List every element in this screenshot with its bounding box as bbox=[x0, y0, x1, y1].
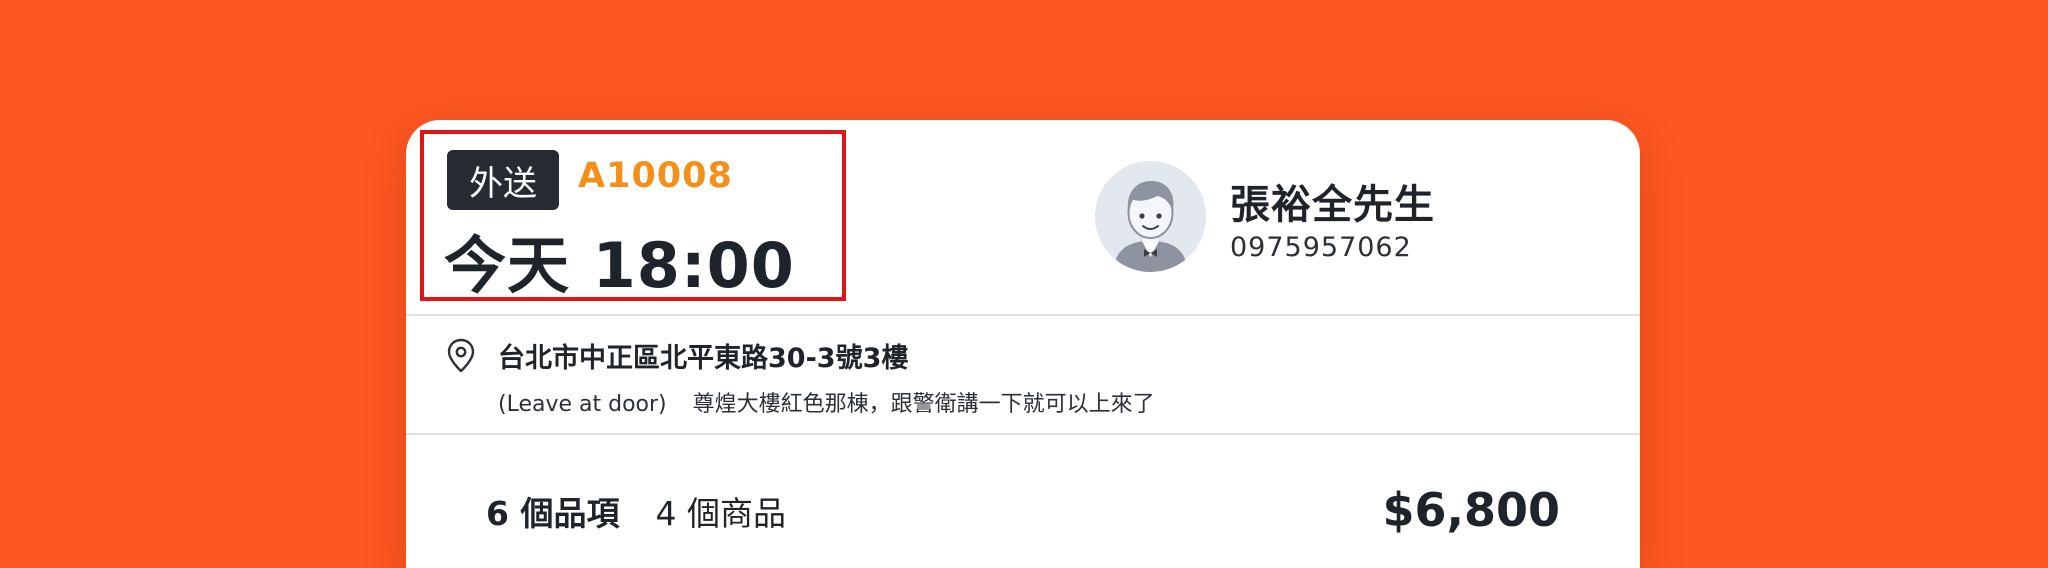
order-total: $6,800 bbox=[1382, 483, 1560, 537]
customer-name: 張裕全先生 bbox=[1230, 182, 1435, 228]
items-count: 6 個品項 bbox=[486, 494, 620, 533]
item-counts: 6 個品項 4 個商品 bbox=[486, 487, 786, 535]
customer-avatar bbox=[1095, 161, 1206, 272]
order-card[interactable]: 外送 A10008 今天 18:00 張裕全先生 0975957062 台北市中… bbox=[406, 120, 1640, 568]
map-pin-icon bbox=[447, 338, 475, 373]
delivery-note-text: 尊煌大樓紅色那棟，跟警衛講一下就可以上來了 bbox=[692, 392, 1155, 417]
delivery-note: (Leave at door) 尊煌大樓紅色那棟，跟警衛講一下就可以上來了 bbox=[498, 386, 1155, 418]
products-count: 4 個商品 bbox=[655, 494, 786, 533]
customer-phone[interactable]: 0975957062 bbox=[1230, 232, 1412, 263]
address-line: 台北市中正區北平東路30-3號3樓 bbox=[498, 343, 909, 374]
app-background: 外送 A10008 今天 18:00 張裕全先生 0975957062 台北市中… bbox=[0, 0, 2048, 568]
delivery-instruction: (Leave at door) bbox=[498, 392, 667, 417]
order-header: 外送 A10008 今天 18:00 張裕全先生 0975957062 bbox=[406, 120, 1640, 316]
order-id: A10008 bbox=[578, 156, 733, 196]
delivery-address: 台北市中正區北平東路30-3號3樓 (Leave at door) 尊煌大樓紅色那… bbox=[406, 316, 1640, 435]
order-summary: 6 個品項 4 個商品 $6,800 bbox=[406, 435, 1640, 568]
pickup-time: 今天 18:00 bbox=[444, 229, 795, 302]
order-type-badge: 外送 bbox=[447, 150, 559, 210]
avatar-icon bbox=[1095, 161, 1206, 272]
